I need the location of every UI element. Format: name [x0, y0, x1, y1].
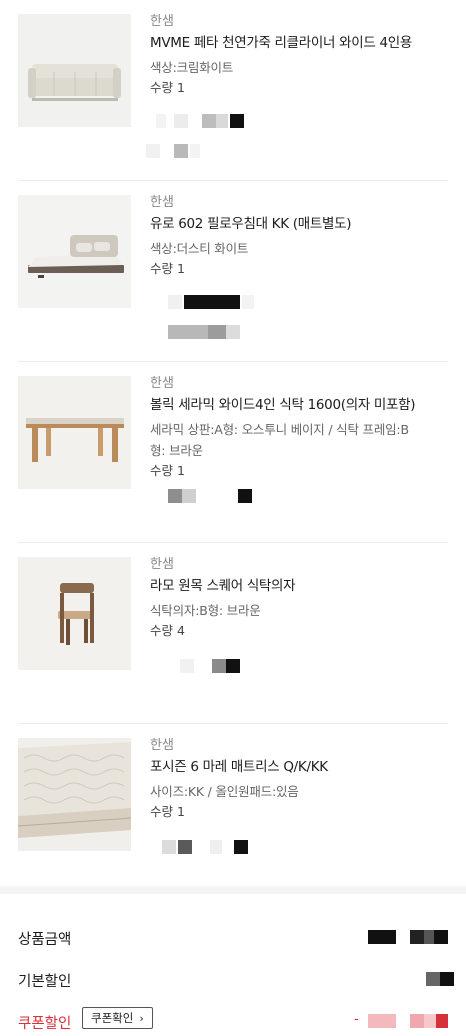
coupon-discount-label: 쿠폰할인: [18, 1016, 72, 1032]
chevron-right-icon: ›: [139, 1011, 144, 1025]
product-info: 한샘 라모 원목 스퀘어 식탁의자 식탁의자:B형: 브라운 수량 4: [150, 555, 450, 675]
basic-discount-row: 기본할인: [18, 936, 454, 990]
order-product-list: 한샘 MVME 페타 천연가죽 리클라이너 와이드 4인용 색상:크림화이트 수…: [0, 0, 466, 905]
mattress-image[interactable]: [18, 738, 131, 851]
price-redacted: [150, 112, 450, 130]
product-item[interactable]: 한샘 MVME 페타 천연가죽 리클라이너 와이드 4인용 색상:크림화이트 수…: [18, 0, 448, 181]
brand-name: 한샘: [150, 195, 174, 210]
table-image[interactable]: [18, 376, 131, 489]
product-item[interactable]: 한샘 유로 602 필로우침대 KK (매트별도) 색상:더스티 화이트 수량 …: [18, 181, 448, 362]
product-name[interactable]: 볼릭 세라믹 와이드4인 식탁 1600(의자 미포함): [150, 395, 450, 416]
product-info: 한샘 MVME 페타 천연가죽 리클라이너 와이드 4인용 색상:크림화이트 수…: [146, 12, 450, 160]
brand-name: 한샘: [150, 557, 174, 572]
product-option: 사이즈:KK / 올인원패드:있음: [150, 784, 299, 799]
product-info: 한샘 유로 602 필로우침대 KK (매트별도) 색상:더스티 화이트 수량 …: [150, 193, 450, 341]
coupon-check-button[interactable]: 쿠폰확인 ›: [82, 1007, 153, 1029]
product-quantity: 수량 1: [150, 463, 185, 478]
coupon-discount-redacted: [368, 1014, 396, 1028]
price-redacted: [150, 293, 450, 311]
coupon-check-label: 쿠폰확인: [91, 1011, 134, 1025]
brand-name: 한샘: [150, 14, 174, 29]
product-option: 세라믹 상판:A형: 오스투니 베이지 / 식탁 프레임:B: [150, 422, 409, 437]
product-quantity: 수량 1: [150, 80, 185, 95]
product-option: 식탁의자:B형: 브라운: [150, 603, 261, 618]
price-redacted: [150, 323, 450, 341]
sofa-image[interactable]: [18, 14, 131, 127]
price-redacted: [150, 838, 450, 856]
product-name[interactable]: MVME 페타 천연가죽 리클라이너 와이드 4인용: [150, 33, 450, 54]
product-option: 색상:크림화이트: [150, 60, 234, 75]
brand-name: 한샘: [150, 738, 174, 753]
product-name[interactable]: 포시즌 6 마레 매트리스 Q/K/KK: [150, 757, 450, 778]
brand-name: 한샘: [150, 376, 174, 391]
product-option: 색상:더스티 화이트: [150, 241, 249, 256]
coupon-discount-row: 쿠폰할인 쿠폰확인 › -: [18, 978, 448, 1032]
price-redacted: [146, 142, 450, 160]
product-quantity: 수량 4: [150, 623, 185, 638]
product-quantity: 수량 1: [150, 261, 185, 276]
product-item[interactable]: 한샘 포시즌 6 마레 매트리스 Q/K/KK 사이즈:KK / 올인원패드:있…: [18, 724, 448, 905]
product-amount-row: 상품금액: [18, 894, 448, 948]
product-quantity: 수량 1: [150, 804, 185, 819]
product-name[interactable]: 유로 602 필로우침대 KK (매트별도): [150, 214, 450, 235]
chair-image[interactable]: [18, 557, 131, 670]
price-redacted: [150, 487, 450, 505]
minus-sign: -: [354, 1012, 359, 1027]
product-info: 한샘 포시즌 6 마레 매트리스 Q/K/KK 사이즈:KK / 올인원패드:있…: [150, 736, 450, 856]
product-option-continued: 형: 브라운: [150, 443, 203, 458]
product-item[interactable]: 한샘 라모 원목 스퀘어 식탁의자 식탁의자:B형: 브라운 수량 4: [18, 543, 448, 724]
product-name[interactable]: 라모 원목 스퀘어 식탁의자: [150, 576, 450, 597]
price-redacted: [150, 657, 450, 675]
bed-image[interactable]: [18, 195, 131, 308]
payment-summary: 상품금액 기본할인 쿠폰할인 쿠폰확인 › -: [18, 894, 454, 1032]
section-divider: [0, 886, 466, 894]
product-info: 한샘 볼릭 세라믹 와이드4인 식탁 1600(의자 미포함) 세라믹 상판:A…: [150, 374, 450, 505]
product-item[interactable]: 한샘 볼릭 세라믹 와이드4인 식탁 1600(의자 미포함) 세라믹 상판:A…: [18, 362, 448, 543]
